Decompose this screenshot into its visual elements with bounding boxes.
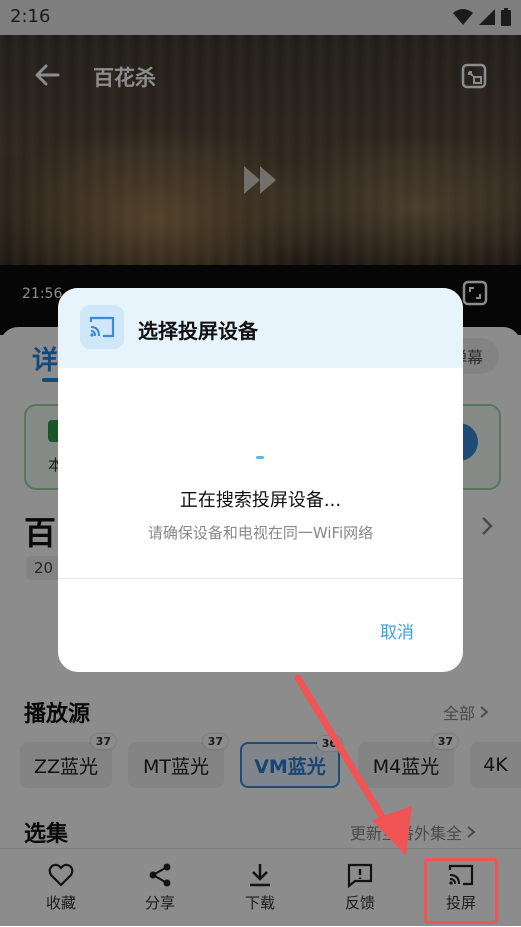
cancel-button[interactable]: 取消 (380, 618, 414, 643)
wifi-hint-text: 请确保设备和电视在同一WiFi网络 (147, 524, 374, 542)
dialog-icon-box (80, 305, 124, 349)
annotation-arrow (294, 674, 412, 856)
cast-icon (89, 316, 115, 338)
cast-device-dialog: 选择投屏设备 正在搜索投屏设备... 请确保设备和电视在同一WiFi网络 取消 (58, 288, 463, 672)
dialog-title: 选择投屏设备 (138, 319, 258, 343)
searching-text: 正在搜索投屏设备... (179, 490, 342, 511)
dialog-divider (58, 578, 463, 579)
loading-spinner (256, 456, 264, 459)
cast-highlight-box (424, 858, 498, 924)
